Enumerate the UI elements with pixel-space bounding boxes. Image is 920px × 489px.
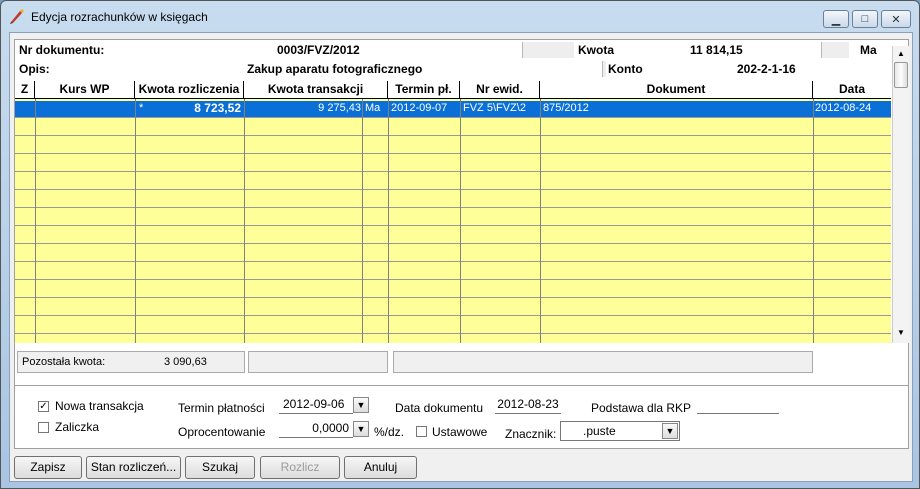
minimize-button[interactable]: ▁ [823, 10, 849, 28]
podstawa-rkp-field[interactable] [697, 396, 779, 414]
grid-divider [460, 99, 461, 343]
remaining-amount-box: Pozostała kwota: 3 090,63 [17, 351, 245, 373]
status-box [393, 351, 813, 373]
col-data-header[interactable]: Data [813, 81, 891, 99]
table-row[interactable] [15, 263, 891, 280]
nr-dokumentu-value: 0003/FVZ/2012 [277, 43, 360, 57]
zaliczka-label[interactable]: Zaliczka [55, 420, 99, 434]
opis-value: Zakup aparatu fotograficznego [247, 62, 423, 76]
title-bar[interactable]: Edycja rozrachunków w księgach ▁ □ ✕ [1, 1, 919, 31]
scroll-thumb[interactable] [894, 62, 908, 88]
close-button[interactable]: ✕ [881, 10, 911, 28]
kwota-value: 11 814,15 [690, 43, 743, 57]
grid-divider [813, 99, 814, 343]
grid-divider [244, 99, 245, 343]
konto-value: 202-2-1-16 [737, 62, 796, 76]
grid-divider [35, 99, 36, 343]
dialog-client-area: Nr dokumentu: 0003/FVZ/2012 Kwota 11 814… [9, 32, 913, 482]
termin-platnosci-field[interactable]: 2012-09-06 [279, 396, 353, 414]
percent-unit-label: %/dz. [374, 425, 405, 439]
pozostala-kwota-label: Pozostała kwota: [22, 356, 106, 368]
row-data: 2012-08-24 [815, 102, 872, 114]
termin-platnosci-label: Termin płatności [178, 401, 265, 415]
table-row[interactable] [15, 119, 891, 136]
col-kwota-rozliczenia-header[interactable]: Kwota rozliczenia [135, 81, 244, 99]
col-kurs-header[interactable]: Kurs WP [35, 81, 135, 99]
anuluj-button[interactable]: Anuluj [344, 456, 417, 479]
szukaj-button[interactable]: Szukaj [185, 456, 255, 479]
konto-label: Konto [608, 62, 643, 76]
data-dokumentu-label: Data dokumentu [395, 401, 484, 415]
table-row[interactable] [15, 137, 891, 154]
vertical-scrollbar[interactable]: ▲ ▼ [892, 46, 909, 343]
kwota-label: Kwota [578, 43, 614, 57]
nr-dokumentu-label: Nr dokumentu: [19, 43, 105, 57]
col-dokument-header[interactable]: Dokument [540, 81, 813, 99]
row-kwota-rozliczenia: 8 723,52 [194, 101, 241, 115]
close-icon: ✕ [891, 13, 901, 26]
grid-divider [388, 99, 389, 343]
dialog-window: Edycja rozrachunków w księgach ▁ □ ✕ Nr … [0, 0, 920, 489]
zapisz-button[interactable]: Zapisz [14, 456, 82, 479]
table-row[interactable] [15, 191, 891, 208]
transaction-form: ✓ Nowa transakcja Zaliczka Termin płatno… [14, 385, 909, 449]
row-nr-ewid: FVZ 5\FVZ\2 [463, 102, 526, 114]
info-separator [522, 42, 574, 58]
scroll-up-icon[interactable]: ▲ [893, 46, 909, 62]
document-info-row: Nr dokumentu: 0003/FVZ/2012 Kwota 11 814… [15, 42, 891, 58]
rozlicz-button[interactable]: Rozlicz [260, 456, 340, 479]
chevron-down-icon[interactable]: ▼ [353, 397, 369, 413]
podstawa-rkp-label: Podstawa dla RKP [591, 401, 692, 415]
status-box [248, 351, 388, 373]
row-star: * [139, 102, 144, 114]
row-dokument: 875/2012 [543, 102, 589, 114]
maximize-icon: □ [861, 13, 869, 25]
chevron-down-icon[interactable]: ▼ [662, 423, 678, 439]
row-kwota-transakcji: 9 275,43 [318, 102, 361, 114]
table-row[interactable] [15, 299, 891, 316]
table-row[interactable] [15, 155, 891, 172]
col-kwota-transakcji-header[interactable]: Kwota transakcji [244, 81, 388, 99]
grid-header: Z Kurs WP Kwota rozliczenia Kwota transa… [15, 81, 891, 99]
settlement-panel: Nr dokumentu: 0003/FVZ/2012 Kwota 11 814… [14, 39, 909, 408]
col-nr-ewid-header[interactable]: Nr ewid. [460, 81, 540, 99]
oprocentowanie-label: Oprocentowanie [178, 425, 266, 439]
description-row: Opis: Zakup aparatu fotograficznego Kont… [15, 61, 891, 77]
table-row[interactable] [15, 227, 891, 244]
row-strona: Ma [365, 102, 381, 114]
table-row[interactable] [15, 281, 891, 298]
grid-divider [540, 99, 541, 343]
app-icon [10, 9, 24, 24]
table-row[interactable] [15, 317, 891, 334]
ustawowe-label[interactable]: Ustawowe [432, 425, 487, 439]
table-row[interactable] [15, 209, 891, 226]
settlements-grid[interactable]: Z Kurs WP Kwota rozliczenia Kwota transa… [15, 81, 891, 343]
stan-rozliczen-button[interactable]: Stan rozliczeń... [86, 456, 181, 479]
grid-divider [135, 99, 136, 343]
window-title: Edycja rozrachunków w księgach [31, 10, 208, 24]
strona-value: Ma [860, 43, 877, 57]
chevron-down-icon[interactable]: ▼ [353, 421, 369, 437]
table-row[interactable] [15, 173, 891, 190]
maximize-button[interactable]: □ [852, 10, 878, 28]
col-termin-header[interactable]: Termin pł. [388, 81, 460, 99]
grid-divider [362, 99, 363, 343]
info-separator [821, 42, 849, 58]
table-row[interactable]: * 8 723,52 9 275,43 Ma 2012-09-07 FVZ 5\… [15, 101, 891, 118]
oprocentowanie-field[interactable]: 0,0000 [279, 420, 353, 438]
nowa-transakcja-label[interactable]: Nowa transakcja [55, 399, 144, 413]
znacznik-label: Znacznik: [505, 427, 557, 441]
ustawowe-checkbox[interactable] [416, 426, 427, 437]
row-termin: 2012-09-07 [391, 102, 448, 114]
info-separator [602, 61, 606, 77]
pozostala-kwota-value: 3 090,63 [164, 356, 207, 368]
table-row[interactable] [15, 245, 891, 262]
data-dokumentu-field[interactable]: 2012-08-23 [495, 396, 561, 414]
zaliczka-checkbox[interactable] [38, 422, 49, 433]
nowa-transakcja-checkbox[interactable]: ✓ [38, 401, 49, 412]
minimize-icon: ▁ [831, 13, 841, 26]
opis-label: Opis: [19, 62, 50, 76]
scroll-down-icon[interactable]: ▼ [893, 325, 909, 341]
col-z-header[interactable]: Z [15, 81, 35, 99]
